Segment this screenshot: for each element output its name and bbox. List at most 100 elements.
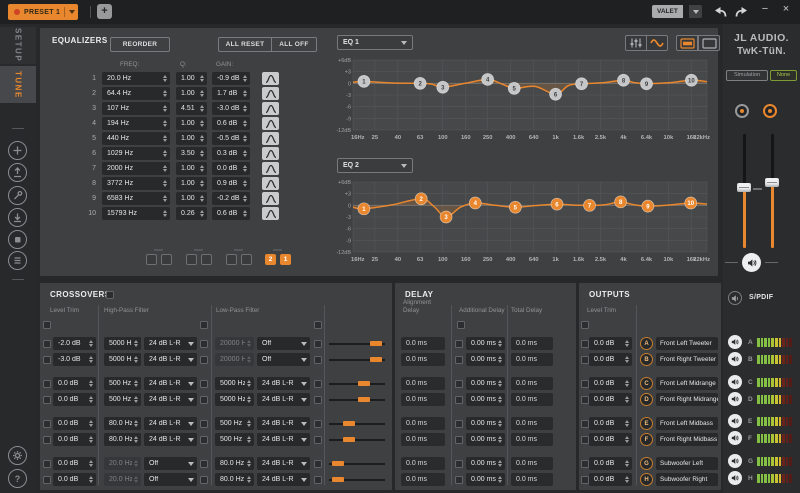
- spinner-arrows-icon[interactable]: [89, 436, 93, 444]
- xo-row-3-level-slider-handle[interactable]: [358, 381, 370, 386]
- download-icon[interactable]: [8, 208, 27, 227]
- spinner-arrows-icon[interactable]: [498, 380, 502, 388]
- crossover-master-hpf-checkbox[interactable]: [200, 321, 208, 329]
- spin-down-icon[interactable]: [247, 400, 251, 403]
- spin-down-icon[interactable]: [625, 480, 629, 483]
- xo-row-8-level-slider[interactable]: [329, 475, 385, 484]
- spinner-arrows-icon[interactable]: [89, 356, 93, 364]
- spin-up-icon[interactable]: [134, 356, 138, 359]
- eq-band-marker-3[interactable]: 3: [440, 211, 452, 223]
- output-G-trim-link-checkbox[interactable]: [581, 460, 589, 468]
- spin-up-icon[interactable]: [134, 396, 138, 399]
- xo-row-5-hpf-slope-dropdown[interactable]: 24 dB L-R: [144, 417, 197, 430]
- xo-row-6-level-slider[interactable]: [329, 435, 385, 444]
- xo-row-2-level-trim-spinner[interactable]: -3.0 dB: [53, 353, 96, 366]
- delay-row-3-additional-link-checkbox[interactable]: [455, 380, 463, 388]
- output-H-name-field[interactable]: Subwoofer Right: [656, 473, 718, 486]
- xo-row-1-lpf-freq-spinner[interactable]: 20000 Hz: [215, 337, 254, 350]
- spinner-arrows-icon[interactable]: [134, 340, 138, 348]
- eq1-selector-dropdown[interactable]: EQ 1: [337, 35, 413, 50]
- delay-row-6-additional-delay-spinner[interactable]: 0.00 ms: [466, 433, 505, 446]
- xo-row-3-lpf-slope-dropdown[interactable]: 24 dB L-R: [257, 377, 310, 390]
- spinner-arrows-icon[interactable]: [134, 420, 138, 428]
- spin-up-icon[interactable]: [89, 460, 93, 463]
- spin-up-icon[interactable]: [247, 380, 251, 383]
- add-icon[interactable]: [8, 141, 27, 160]
- xo-row-6-lpf-link-checkbox[interactable]: [314, 436, 322, 444]
- undo-icon[interactable]: [712, 6, 728, 18]
- spin-down-icon[interactable]: [89, 344, 93, 347]
- spinner-arrows-icon[interactable]: [89, 380, 93, 388]
- spin-up-icon[interactable]: [498, 476, 502, 479]
- preset-selector-button[interactable]: PRESET 1: [8, 4, 78, 20]
- output-A-trim-link-checkbox[interactable]: [581, 340, 589, 348]
- xo-row-6-lpf-slope-dropdown[interactable]: 24 dB L-R: [257, 433, 310, 446]
- spin-up-icon[interactable]: [89, 356, 93, 359]
- delay-row-2-additional-delay-spinner[interactable]: 0.00 ms: [466, 353, 505, 366]
- xo-row-6-hpf-slope-dropdown[interactable]: 24 dB L-R: [144, 433, 197, 446]
- spin-down-icon[interactable]: [498, 400, 502, 403]
- channel-E-mute-button[interactable]: [728, 414, 742, 428]
- xo-row-4-trim-link-checkbox[interactable]: [43, 396, 51, 404]
- eq-assign-checkbox[interactable]: [161, 254, 172, 265]
- spinner-arrows-icon[interactable]: [498, 356, 502, 364]
- spin-up-icon[interactable]: [89, 396, 93, 399]
- output-E-level-trim-spinner[interactable]: 0.0 dB: [589, 417, 632, 430]
- xo-row-6-level-slider-handle[interactable]: [343, 437, 355, 442]
- spin-up-icon[interactable]: [625, 476, 629, 479]
- delay-row-8-additional-link-checkbox[interactable]: [455, 476, 463, 484]
- xo-row-1-level-slider-handle[interactable]: [370, 341, 382, 346]
- output-D-level-trim-spinner[interactable]: 0.0 dB: [589, 393, 632, 406]
- xo-row-2-hpf-freq-spinner[interactable]: 5000 Hz: [104, 353, 141, 366]
- eq-band-marker-7[interactable]: 7: [576, 78, 588, 90]
- spin-down-icon[interactable]: [498, 344, 502, 347]
- output-D-name-field[interactable]: Front Right Midrange: [656, 393, 718, 406]
- spin-down-icon[interactable]: [134, 480, 138, 483]
- eq-assign-checkbox[interactable]: [146, 254, 157, 265]
- spin-up-icon[interactable]: [134, 476, 138, 479]
- valet-dropdown-button[interactable]: [689, 5, 702, 18]
- spin-down-icon[interactable]: [89, 400, 93, 403]
- delay-row-4-additional-link-checkbox[interactable]: [455, 396, 463, 404]
- xo-row-5-level-slider[interactable]: [329, 419, 385, 428]
- spin-up-icon[interactable]: [134, 436, 138, 439]
- channel-C-mute-button[interactable]: [728, 375, 742, 389]
- spin-down-icon[interactable]: [625, 440, 629, 443]
- spin-up-icon[interactable]: [134, 380, 138, 383]
- copy-icon[interactable]: [8, 230, 27, 249]
- spin-down-icon[interactable]: [89, 480, 93, 483]
- spin-down-icon[interactable]: [247, 424, 251, 427]
- eq-band-marker-2[interactable]: 2: [414, 77, 426, 89]
- spin-up-icon[interactable]: [498, 340, 502, 343]
- outputs-master-trim-checkbox[interactable]: [581, 321, 589, 329]
- xo-row-3-lpf-link-checkbox[interactable]: [314, 380, 322, 388]
- eq-band-marker-7[interactable]: 7: [584, 199, 596, 211]
- output-E-name-field[interactable]: Front Left Midbass: [656, 417, 718, 430]
- spin-down-icon[interactable]: [134, 464, 138, 467]
- spin-up-icon[interactable]: [89, 476, 93, 479]
- spin-down-icon[interactable]: [89, 464, 93, 467]
- spin-up-icon[interactable]: [625, 340, 629, 343]
- add-preset-button[interactable]: +: [97, 4, 112, 19]
- spin-down-icon[interactable]: [498, 384, 502, 387]
- xo-row-4-hpf-slope-dropdown[interactable]: 24 dB L-R: [144, 393, 197, 406]
- xo-row-7-level-trim-spinner[interactable]: 0.0 dB: [53, 457, 96, 470]
- spin-up-icon[interactable]: [498, 396, 502, 399]
- spin-down-icon[interactable]: [625, 360, 629, 363]
- spin-up-icon[interactable]: [498, 420, 502, 423]
- spin-down-icon[interactable]: [498, 480, 502, 483]
- xo-row-1-lpf-link-checkbox[interactable]: [314, 340, 322, 348]
- eq-band-marker-9[interactable]: 9: [642, 200, 654, 212]
- output-C-trim-link-checkbox[interactable]: [581, 380, 589, 388]
- xo-row-8-hpf-link-checkbox[interactable]: [200, 476, 208, 484]
- output-C-level-trim-spinner[interactable]: 0.0 dB: [589, 377, 632, 390]
- xo-row-6-trim-link-checkbox[interactable]: [43, 436, 51, 444]
- spin-up-icon[interactable]: [625, 356, 629, 359]
- spinner-arrows-icon[interactable]: [247, 460, 251, 468]
- spinner-arrows-icon[interactable]: [134, 476, 138, 484]
- spinner-arrows-icon[interactable]: [625, 340, 629, 348]
- spinner-arrows-icon[interactable]: [134, 396, 138, 404]
- crossover-master-lpf-checkbox[interactable]: [314, 321, 322, 329]
- eq-band-marker-9[interactable]: 9: [641, 78, 653, 90]
- spinner-arrows-icon[interactable]: [247, 436, 251, 444]
